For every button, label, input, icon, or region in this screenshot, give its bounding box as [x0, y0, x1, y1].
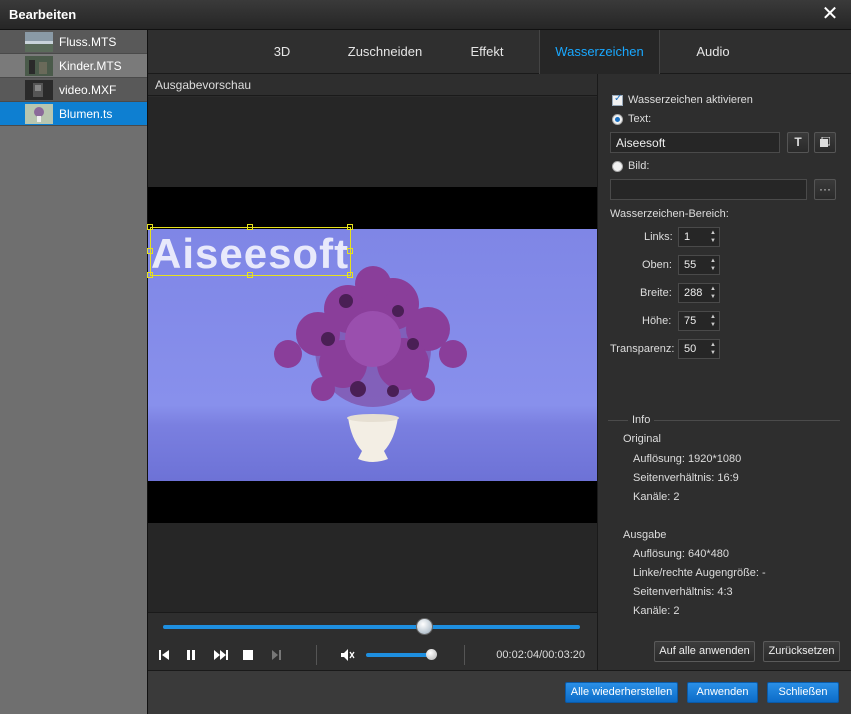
left-label: Links:: [644, 231, 673, 243]
stepper-arrows-icon[interactable]: ▲ ▼: [710, 341, 716, 357]
resize-handle[interactable]: [147, 224, 153, 230]
file-name: Kinder.MTS: [59, 59, 122, 73]
transparency-label: Transparenz:: [610, 343, 675, 355]
height-label: Höhe:: [642, 315, 672, 327]
stop-icon[interactable]: [241, 647, 255, 663]
file-item-fluss[interactable]: Fluss.MTS: [0, 30, 147, 54]
preview-area: Aiseesoft: [147, 97, 597, 612]
file-name: Blumen.ts: [59, 107, 113, 121]
preview-header: Ausgabevorschau: [148, 74, 597, 96]
tab-3d[interactable]: 3D: [266, 30, 298, 74]
apply-all-button[interactable]: Auf alle anwenden: [654, 641, 755, 662]
text-radio-label: Text:: [628, 113, 652, 125]
output-channels: Kanäle: 2: [633, 605, 680, 617]
resize-handle[interactable]: [347, 248, 353, 254]
close-button[interactable]: Schließen: [767, 682, 839, 703]
player-controls: 00:02:04/00:03:20: [148, 640, 597, 670]
time-display: 00:02:04/00:03:20: [496, 649, 585, 661]
title-bar: Bearbeiten ✕: [0, 0, 851, 30]
tab-bar: 3D Zuschneiden Effekt Wasserzeichen Audi…: [148, 30, 851, 74]
divider: [316, 645, 317, 665]
file-thumbnail: [25, 104, 53, 124]
file-list: Fluss.MTS Kinder.MTS video.MXF Blumen.ts: [0, 30, 148, 714]
restore-all-button[interactable]: Alle wiederherstellen: [565, 682, 678, 703]
original-channels: Kanäle: 2: [633, 491, 680, 503]
font-icon[interactable]: T: [787, 132, 809, 153]
file-thumbnail: [25, 32, 53, 52]
next-frame-icon[interactable]: [269, 647, 283, 663]
stepper-arrows-icon[interactable]: ▲ ▼: [710, 313, 716, 329]
watermark-text-input[interactable]: Aiseesoft: [610, 132, 780, 153]
close-icon[interactable]: ✕: [819, 3, 841, 25]
image-path-input[interactable]: [610, 179, 807, 200]
file-item-blumen[interactable]: Blumen.ts: [0, 102, 147, 126]
width-label: Breite:: [640, 287, 672, 299]
original-aspect: Seitenverhältnis: 16:9: [633, 472, 739, 484]
stepper-arrows-icon[interactable]: ▲ ▼: [710, 229, 716, 245]
resize-handle[interactable]: [147, 272, 153, 278]
file-name: video.MXF: [59, 83, 117, 97]
width-stepper[interactable]: 288 ▲ ▼: [678, 283, 720, 303]
resize-handle[interactable]: [347, 272, 353, 278]
watermark-text: Aiseesoft: [151, 230, 350, 277]
file-item-kinder[interactable]: Kinder.MTS: [0, 54, 147, 78]
volume-slider[interactable]: [366, 653, 432, 657]
left-stepper[interactable]: 1 ▲ ▼: [678, 227, 720, 247]
file-item-video[interactable]: video.MXF: [0, 78, 147, 102]
mute-icon[interactable]: [340, 647, 355, 663]
top-stepper[interactable]: 55 ▲ ▼: [678, 255, 720, 275]
output-aspect: Seitenverhältnis: 4:3: [633, 586, 733, 598]
volume-handle[interactable]: [426, 649, 437, 660]
preview-title: Ausgabevorschau: [155, 78, 252, 92]
transparency-stepper[interactable]: 50 ▲ ▼: [678, 339, 720, 359]
enable-watermark-label: Wasserzeichen aktivieren: [628, 94, 753, 106]
skip-start-icon[interactable]: [157, 647, 171, 663]
original-title: Original: [623, 433, 661, 445]
pause-icon[interactable]: [184, 647, 198, 663]
image-radio-label: Bild:: [628, 160, 650, 172]
color-icon[interactable]: [814, 132, 836, 153]
tab-wasserzeichen[interactable]: Wasserzeichen: [539, 30, 660, 74]
watermark-box[interactable]: Aiseesoft: [147, 224, 353, 278]
area-label: Wasserzeichen-Bereich:: [610, 208, 729, 220]
resize-handle[interactable]: [147, 248, 153, 254]
seek-handle[interactable]: [415, 618, 433, 635]
bottom-bar: Alle wiederherstellen Anwenden Schließen: [148, 670, 851, 714]
tab-effekt[interactable]: Effekt: [461, 30, 513, 74]
tab-audio[interactable]: Audio: [688, 30, 738, 74]
fast-forward-icon[interactable]: [213, 647, 228, 663]
divider: [464, 645, 465, 665]
height-stepper[interactable]: 75 ▲ ▼: [678, 311, 720, 331]
seek-track[interactable]: [163, 625, 580, 629]
apply-button[interactable]: Anwenden: [687, 682, 758, 703]
stepper-arrows-icon[interactable]: ▲ ▼: [710, 257, 716, 273]
info-title: Info: [628, 414, 655, 426]
window-title: Bearbeiten: [9, 7, 77, 22]
file-thumbnail: [25, 80, 53, 100]
text-radio[interactable]: [612, 114, 623, 125]
enable-watermark-checkbox[interactable]: [612, 93, 623, 106]
watermark-settings: Wasserzeichen aktivieren Text: Aiseesoft…: [597, 74, 851, 670]
reset-button[interactable]: Zurücksetzen: [763, 641, 840, 662]
resize-handle[interactable]: [247, 224, 253, 230]
browse-button[interactable]: ···: [814, 179, 836, 200]
image-radio[interactable]: [612, 161, 623, 172]
seek-bar: [148, 612, 597, 640]
file-name: Fluss.MTS: [59, 35, 117, 49]
output-title: Ausgabe: [623, 529, 667, 541]
stepper-arrows-icon[interactable]: ▲ ▼: [710, 285, 716, 301]
top-label: Oben:: [642, 259, 672, 271]
resize-handle[interactable]: [347, 224, 353, 230]
original-resolution: Auflösung: 1920*1080: [633, 453, 742, 465]
tab-zuschneiden[interactable]: Zuschneiden: [340, 30, 430, 74]
output-eye-size: Linke/rechte Augengröße: -: [633, 567, 766, 579]
output-resolution: Auflösung: 640*480: [633, 548, 730, 560]
resize-handle[interactable]: [247, 272, 253, 278]
file-thumbnail: [25, 56, 53, 76]
